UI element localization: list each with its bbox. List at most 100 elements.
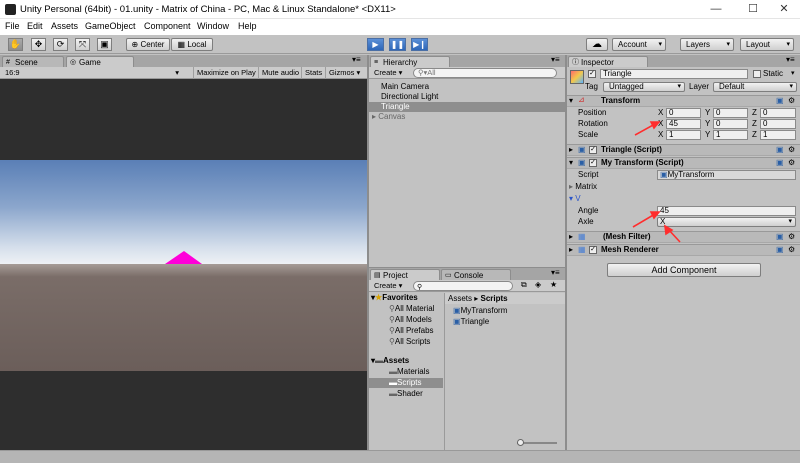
breadcrumb: Assets ▸ Scripts bbox=[445, 293, 566, 304]
hierarchy-item-directional-light[interactable]: Directional Light bbox=[381, 92, 438, 102]
panel-menu-icon[interactable]: ▾≡ bbox=[352, 55, 361, 64]
breadcrumb-assets[interactable]: Assets bbox=[448, 294, 472, 303]
fav-item-label: All Models bbox=[394, 315, 432, 324]
unity-logo-icon bbox=[5, 4, 16, 15]
breadcrumb-scripts[interactable]: Scripts bbox=[481, 294, 508, 303]
project-search-input[interactable]: ⚲ bbox=[413, 281, 513, 291]
layout-dropdown[interactable]: Layout ▾ bbox=[740, 38, 794, 51]
panel-menu-icon[interactable]: ▾≡ bbox=[551, 55, 560, 64]
tab-project-label: Project bbox=[383, 271, 408, 280]
gizmos-button[interactable]: Gizmos ▾ bbox=[325, 67, 367, 79]
play-button[interactable]: ▶ bbox=[367, 38, 384, 51]
close-button[interactable]: ✕ bbox=[768, 0, 800, 19]
pause-button[interactable]: ❚❚ bbox=[389, 38, 406, 51]
hierarchy-item-triangle[interactable]: Triangle bbox=[369, 102, 565, 112]
pivot-center-button[interactable]: ⊕ Center bbox=[126, 38, 170, 51]
layers-label: Layers bbox=[686, 40, 711, 49]
menu-bar: File Edit Assets GameObject Component Wi… bbox=[0, 19, 800, 35]
window-title: Unity Personal (64bit) - 01.unity - Matr… bbox=[20, 4, 396, 15]
panel-menu-icon[interactable]: ▾≡ bbox=[551, 268, 560, 277]
game-panel: # Scene ◎ Game ▾≡ 16:9 ▾ Maximize on Play M… bbox=[0, 55, 367, 450]
inspector-panel: ⓘ Inspector ▾≡ ✓ Triangle Static ▾ Tag Un… bbox=[567, 55, 800, 450]
menu-help[interactable]: Help bbox=[238, 21, 257, 31]
hierarchy-item-canvas-label: Canvas bbox=[378, 112, 406, 121]
project-create-button[interactable]: Create ▾ bbox=[371, 280, 405, 292]
triangle-mesh bbox=[165, 251, 202, 264]
tab-hierarchy-label: Hierarchy bbox=[383, 58, 418, 67]
file-triangle[interactable]: ▣Triangle bbox=[453, 317, 489, 327]
filter-type-icon[interactable]: ⧉ bbox=[521, 280, 527, 290]
triangle-object[interactable] bbox=[165, 251, 203, 264]
project-tree: ▾★Favorites ⚲All Material ⚲All Models ⚲A… bbox=[369, 293, 443, 450]
main-toolbar: ✋ ✥ ⟳ ⤧ ▣ ⊕ Center ▦ Local ▶ ❚❚ ▶❙ ☁ Acc… bbox=[0, 35, 800, 54]
file-mytransform[interactable]: ▣MyTransform bbox=[453, 306, 507, 316]
folder-materials[interactable]: ▬Materials bbox=[389, 367, 429, 377]
pivot-center-label: Center bbox=[140, 40, 165, 49]
fav-item-label: All Scripts bbox=[394, 337, 431, 346]
hierarchy-create-button[interactable]: Create ▾ bbox=[371, 67, 405, 79]
fav-item-all-models[interactable]: ⚲All Models bbox=[389, 315, 432, 325]
move-tool-icon[interactable]: ✥ bbox=[31, 38, 46, 51]
fav-item-all-material[interactable]: ⚲All Material bbox=[389, 304, 434, 314]
mute-audio-button[interactable]: Mute audio bbox=[258, 67, 302, 79]
chevron-down-icon: ▾ bbox=[175, 68, 179, 77]
hierarchy-item-canvas[interactable]: ▸ Canvas bbox=[372, 112, 405, 122]
local-icon: ▦ bbox=[177, 40, 188, 49]
maximize-on-play-button[interactable]: Maximize on Play bbox=[193, 67, 259, 79]
project-tabstrip: ▤ Project ▭ Console ▾≡ bbox=[369, 268, 565, 280]
filter-label-icon[interactable]: ◈ bbox=[535, 280, 541, 289]
cloud-icon[interactable]: ☁ bbox=[586, 38, 608, 51]
game-viewport[interactable] bbox=[0, 160, 367, 371]
assets-header[interactable]: ▾▬Assets bbox=[371, 356, 409, 366]
arrow-angle bbox=[632, 211, 661, 228]
menu-gameobject[interactable]: GameObject bbox=[85, 21, 136, 31]
folder-icon: ▬ bbox=[389, 367, 397, 376]
menu-window[interactable]: Window bbox=[197, 21, 229, 31]
tab-hierarchy[interactable]: ≡ Hierarchy bbox=[370, 56, 450, 67]
minimize-button[interactable]: — bbox=[700, 0, 732, 19]
maximize-button[interactable]: ☐ bbox=[737, 0, 769, 19]
fav-item-all-prefabs[interactable]: ⚲All Prefabs bbox=[389, 326, 434, 336]
menu-file[interactable]: File bbox=[5, 21, 20, 31]
menu-edit[interactable]: Edit bbox=[27, 21, 43, 31]
step-button[interactable]: ▶❙ bbox=[411, 38, 428, 51]
hierarchy-search-input[interactable]: ⚲▾All bbox=[413, 68, 557, 78]
favorite-star-icon[interactable]: ★ bbox=[550, 280, 557, 289]
slider-handle[interactable] bbox=[517, 439, 524, 446]
rect-tool-icon[interactable]: ▣ bbox=[97, 38, 112, 51]
panel-divider[interactable] bbox=[369, 267, 565, 268]
hand-tool-icon[interactable]: ✋ bbox=[8, 38, 23, 51]
fav-item-all-scripts[interactable]: ⚲All Scripts bbox=[389, 337, 430, 347]
folder-icon: ▬ bbox=[389, 389, 397, 398]
menu-component[interactable]: Component bbox=[144, 21, 191, 31]
tab-scene[interactable]: # Scene bbox=[2, 56, 64, 67]
hierarchy-item-triangle-label: Triangle bbox=[381, 102, 410, 111]
stats-button[interactable]: Stats bbox=[301, 67, 325, 79]
panel-divider[interactable] bbox=[367, 55, 369, 450]
pivot-local-button[interactable]: ▦ Local bbox=[171, 38, 213, 51]
folder-shader[interactable]: ▬Shader bbox=[389, 389, 423, 399]
hierarchy-subbar: Create ▾ ⚲▾All bbox=[369, 67, 565, 79]
hierarchy-item-main-camera[interactable]: Main Camera bbox=[381, 82, 429, 92]
panel-divider[interactable] bbox=[565, 55, 567, 450]
account-dropdown[interactable]: Account ▾ bbox=[612, 38, 666, 51]
folder-label: Scripts bbox=[397, 378, 422, 387]
aspect-dropdown[interactable]: 16:9 ▾ bbox=[2, 67, 182, 79]
favorites-label: Favorites bbox=[382, 293, 418, 302]
folder-label: Shader bbox=[397, 389, 423, 398]
folder-scripts[interactable]: ▬Scripts bbox=[369, 378, 443, 388]
layers-dropdown[interactable]: Layers ▾ bbox=[680, 38, 734, 51]
status-bar bbox=[0, 450, 800, 463]
chevron-down-icon: ▾ bbox=[658, 41, 662, 48]
icon-size-slider[interactable] bbox=[517, 439, 557, 446]
tab-console[interactable]: ▭ Console bbox=[441, 269, 511, 280]
menu-assets[interactable]: Assets bbox=[51, 21, 78, 31]
arrow-rotation bbox=[634, 121, 661, 136]
game-subbar: 16:9 ▾ Maximize on Play Mute audio Stats … bbox=[0, 67, 367, 79]
tab-game[interactable]: ◎ Game bbox=[66, 56, 134, 67]
csharp-file-icon: ▣ bbox=[453, 306, 461, 315]
scale-tool-icon[interactable]: ⤧ bbox=[75, 38, 90, 51]
favorites-header[interactable]: ▾★Favorites bbox=[371, 293, 418, 303]
tab-project[interactable]: ▤ Project bbox=[370, 269, 440, 280]
rotate-tool-icon[interactable]: ⟳ bbox=[53, 38, 68, 51]
